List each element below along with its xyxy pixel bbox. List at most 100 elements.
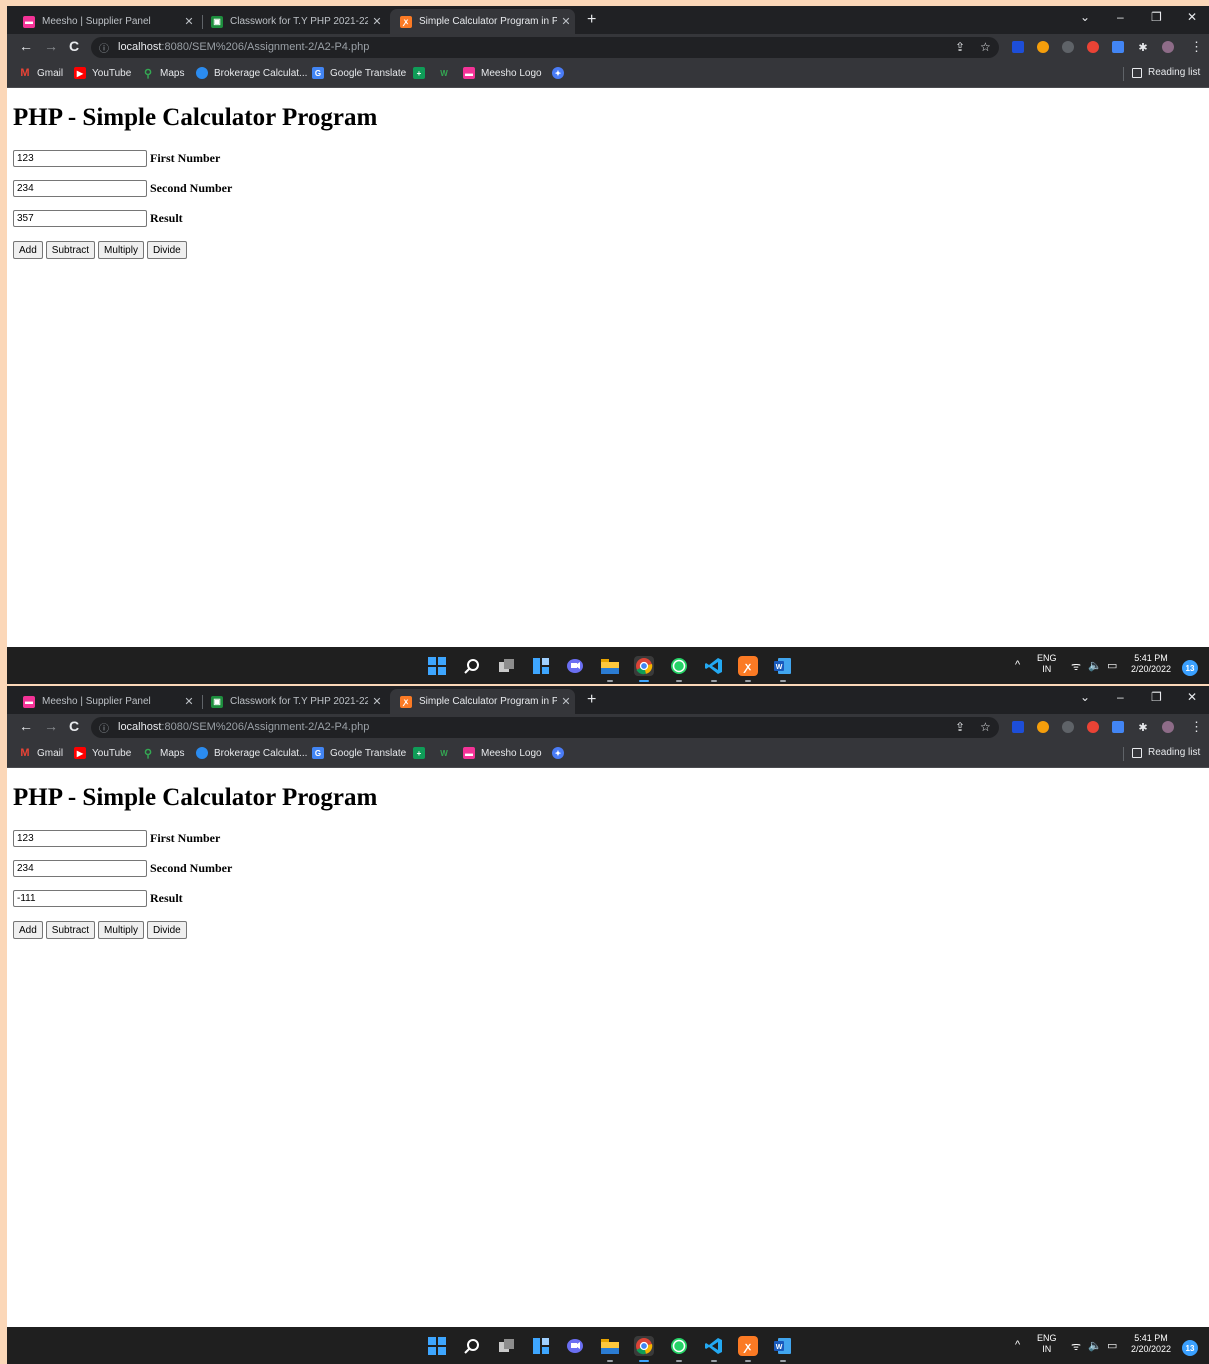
search-icon[interactable] bbox=[462, 1336, 482, 1356]
color-extension-icon[interactable] bbox=[1037, 41, 1049, 53]
teams-chat-icon[interactable] bbox=[565, 656, 585, 676]
result-input[interactable] bbox=[13, 210, 147, 227]
vscode-icon[interactable] bbox=[704, 1336, 724, 1362]
tab-meesho[interactable]: ▬ Meesho | Supplier Panel ✕ bbox=[13, 689, 198, 714]
bookmark-sheets[interactable]: + bbox=[413, 67, 431, 79]
bookmark-meesho-logo[interactable]: ▬ Meesho Logo bbox=[463, 747, 542, 759]
search-icon[interactable] bbox=[462, 656, 482, 676]
shield-extension-icon[interactable] bbox=[1012, 41, 1024, 53]
second-number-input[interactable] bbox=[13, 860, 147, 877]
divide-button[interactable]: Divide bbox=[146, 241, 187, 259]
close-tab-icon[interactable]: ✕ bbox=[180, 695, 198, 708]
language-indicator[interactable]: ENG IN bbox=[1037, 653, 1057, 675]
tab-classroom[interactable]: ▣ Classwork for T.Y PHP 2021-22 ✕ bbox=[201, 9, 386, 34]
widgets-icon[interactable] bbox=[531, 656, 551, 676]
battery-icon[interactable]: ▭ bbox=[1107, 659, 1117, 672]
wifi-icon[interactable]: ᯤ bbox=[1071, 1339, 1081, 1354]
clock[interactable]: 5:41 PM 2/20/2022 bbox=[1131, 653, 1171, 675]
tab-meesho[interactable]: ▬ Meesho | Supplier Panel ✕ bbox=[13, 9, 198, 34]
second-number-input[interactable] bbox=[13, 180, 147, 197]
bookmark-brokerage[interactable]: Brokerage Calculat... bbox=[196, 67, 307, 79]
volume-icon[interactable]: 🔈 bbox=[1088, 659, 1102, 672]
close-tab-icon[interactable]: ✕ bbox=[368, 15, 386, 28]
file-explorer-icon[interactable] bbox=[600, 1336, 620, 1362]
chrome-taskbar-icon[interactable] bbox=[634, 656, 654, 682]
language-indicator[interactable]: ENG IN bbox=[1037, 1333, 1057, 1355]
reading-list-button[interactable]: Reading list bbox=[1132, 747, 1200, 758]
bookmark-star-icon[interactable]: ☆ bbox=[980, 40, 991, 54]
puzzle-extensions-icon[interactable]: ✱ bbox=[1137, 721, 1149, 734]
chrome-menu-icon[interactable]: ⋮ bbox=[1190, 39, 1203, 55]
forward-arrow-icon[interactable]: → bbox=[44, 718, 58, 734]
widgets-icon[interactable] bbox=[531, 1336, 551, 1356]
word-icon[interactable]: W bbox=[773, 656, 793, 682]
bookmark-google-translate[interactable]: G Google Translate bbox=[312, 67, 406, 79]
bookmark-star-icon[interactable]: ☆ bbox=[980, 720, 991, 734]
translate-extension-icon[interactable] bbox=[1112, 41, 1124, 53]
translate-extension-icon[interactable] bbox=[1112, 721, 1124, 733]
back-arrow-icon[interactable]: ← bbox=[19, 38, 33, 54]
new-tab-icon[interactable]: + bbox=[587, 11, 596, 29]
new-tab-icon[interactable]: + bbox=[587, 691, 596, 709]
minimize-icon[interactable]: – bbox=[1117, 10, 1124, 24]
address-bar[interactable]: ⓘ localhost:8080/SEM%206/Assignment-2/A2… bbox=[91, 717, 999, 738]
bookmark-blue[interactable]: ✦ bbox=[552, 747, 570, 759]
first-number-input[interactable] bbox=[13, 150, 147, 167]
subtract-button[interactable]: Subtract bbox=[45, 241, 96, 259]
tab-search-icon[interactable]: ⌄ bbox=[1080, 10, 1090, 24]
puzzle-extensions-icon[interactable]: ✱ bbox=[1137, 41, 1149, 54]
share-icon[interactable]: ⇪ bbox=[955, 720, 965, 734]
tray-overflow-chevron-icon[interactable]: ^ bbox=[1015, 659, 1020, 671]
profile-avatar[interactable] bbox=[1162, 41, 1174, 53]
tab-calculator[interactable]: ꭗ Simple Calculator Program in PHP ✕ bbox=[390, 9, 575, 34]
vscode-icon[interactable] bbox=[704, 656, 724, 682]
teams-chat-icon[interactable] bbox=[565, 1336, 585, 1356]
close-tab-icon[interactable]: ✕ bbox=[557, 15, 575, 28]
close-tab-icon[interactable]: ✕ bbox=[180, 15, 198, 28]
bookmark-sheets[interactable]: + bbox=[413, 747, 431, 759]
bookmark-w[interactable]: W bbox=[438, 747, 456, 759]
share-icon[interactable]: ⇪ bbox=[955, 40, 965, 54]
multiply-button[interactable]: Multiply bbox=[98, 921, 144, 939]
divide-button[interactable]: Divide bbox=[146, 921, 187, 939]
bookmark-brokerage[interactable]: Brokerage Calculat... bbox=[196, 747, 307, 759]
bookmark-blue[interactable]: ✦ bbox=[552, 67, 570, 79]
bookmark-youtube[interactable]: ▶ YouTube bbox=[74, 747, 131, 759]
record-extension-icon[interactable] bbox=[1062, 41, 1074, 53]
chrome-menu-icon[interactable]: ⋮ bbox=[1190, 719, 1203, 735]
xampp-icon[interactable]: ꭗ bbox=[738, 1336, 758, 1362]
notification-badge[interactable]: 13 bbox=[1182, 1340, 1198, 1356]
forward-arrow-icon[interactable]: → bbox=[44, 38, 58, 54]
site-info-icon[interactable]: ⓘ bbox=[99, 720, 109, 735]
red-extension-icon[interactable] bbox=[1087, 41, 1099, 53]
close-window-icon[interactable]: ✕ bbox=[1187, 10, 1197, 24]
bookmark-maps[interactable]: ⚲ Maps bbox=[142, 67, 184, 80]
red-extension-icon[interactable] bbox=[1087, 721, 1099, 733]
chrome-taskbar-icon[interactable] bbox=[634, 1336, 654, 1362]
file-explorer-icon[interactable] bbox=[600, 656, 620, 682]
tab-calculator[interactable]: ꭗ Simple Calculator Program in PHP ✕ bbox=[390, 689, 575, 714]
restore-icon[interactable]: ❐ bbox=[1151, 690, 1162, 704]
task-view-icon[interactable] bbox=[497, 656, 517, 676]
tab-classroom[interactable]: ▣ Classwork for T.Y PHP 2021-22 ✕ bbox=[201, 689, 386, 714]
xampp-icon[interactable]: ꭗ bbox=[738, 656, 758, 682]
bookmark-w[interactable]: W bbox=[438, 67, 456, 79]
color-extension-icon[interactable] bbox=[1037, 721, 1049, 733]
bookmark-maps[interactable]: ⚲ Maps bbox=[142, 747, 184, 760]
add-button[interactable]: Add bbox=[13, 241, 43, 259]
profile-avatar[interactable] bbox=[1162, 721, 1174, 733]
reading-list-button[interactable]: Reading list bbox=[1132, 67, 1200, 78]
address-bar[interactable]: ⓘ localhost:8080/SEM%206/Assignment-2/A2… bbox=[91, 37, 999, 58]
multiply-button[interactable]: Multiply bbox=[98, 241, 144, 259]
task-view-icon[interactable] bbox=[497, 1336, 517, 1356]
notification-badge[interactable]: 13 bbox=[1182, 660, 1198, 676]
wifi-icon[interactable]: ᯤ bbox=[1071, 659, 1081, 674]
close-tab-icon[interactable]: ✕ bbox=[368, 695, 386, 708]
whatsapp-icon[interactable] bbox=[669, 1336, 689, 1362]
record-extension-icon[interactable] bbox=[1062, 721, 1074, 733]
word-icon[interactable]: W bbox=[773, 1336, 793, 1362]
bookmark-youtube[interactable]: ▶ YouTube bbox=[74, 67, 131, 79]
battery-icon[interactable]: ▭ bbox=[1107, 1339, 1117, 1352]
clock[interactable]: 5:41 PM 2/20/2022 bbox=[1131, 1333, 1171, 1355]
add-button[interactable]: Add bbox=[13, 921, 43, 939]
